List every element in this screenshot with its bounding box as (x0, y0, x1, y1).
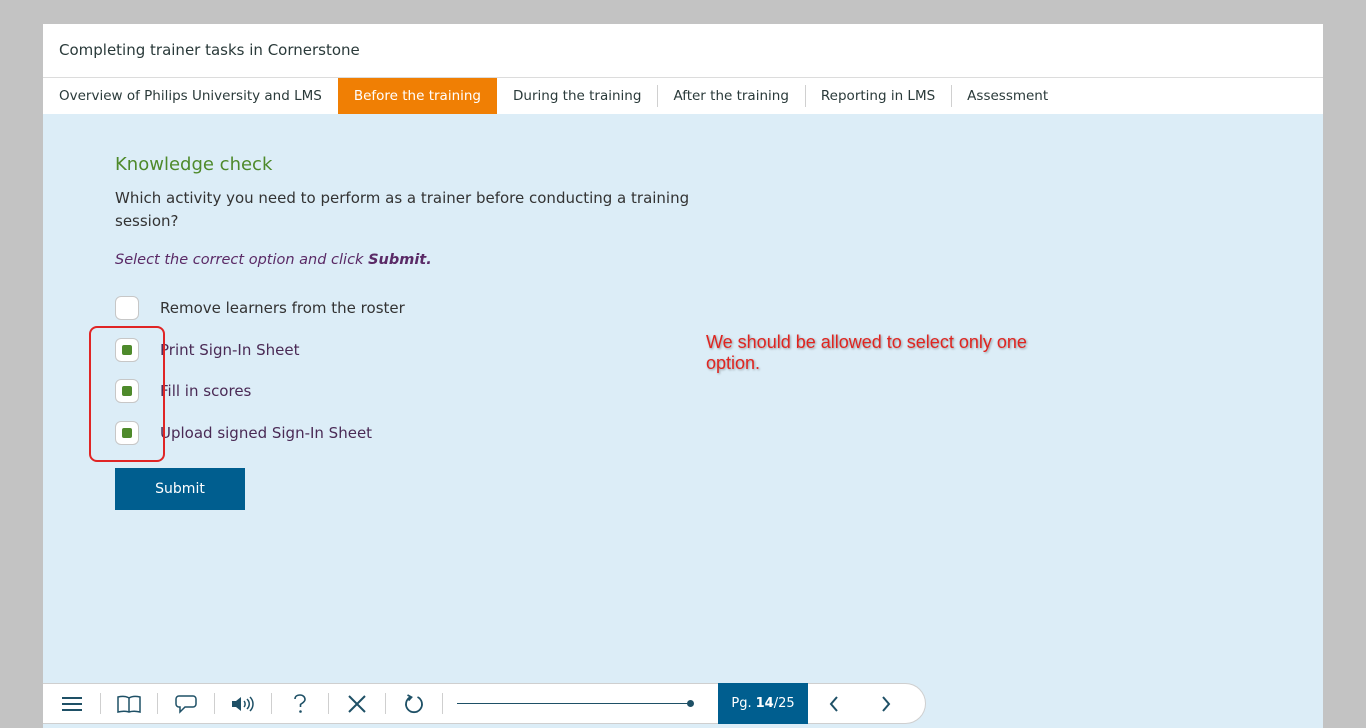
progress-fill (457, 703, 690, 704)
option-label: Upload signed Sign-In Sheet (160, 424, 373, 442)
book-icon (116, 695, 141, 713)
player-toolbar: Pg. 14 /25 (43, 683, 926, 724)
instruction-text: Select the correct option and click Subm… (115, 252, 755, 268)
option-label: Remove learners from the roster (160, 299, 405, 317)
page-current: 14 (755, 696, 774, 711)
tab-overview[interactable]: Overview of Philips University and LMS (43, 78, 338, 114)
module-tabs: Overview of Philips University and LMS B… (43, 78, 1323, 114)
tab-reporting[interactable]: Reporting in LMS (804, 78, 951, 114)
annotation-note: We should be allowed to select only one … (706, 332, 1027, 373)
option-label: Fill in scores (160, 382, 252, 400)
option-remove-learners[interactable]: Remove learners from the roster (115, 296, 405, 320)
chevron-left-icon (829, 695, 838, 712)
question-text: Which activity you need to perform as a … (115, 189, 690, 230)
course-title: Completing trainer tasks in Cornerstone (59, 41, 360, 59)
submit-button[interactable]: Submit (115, 468, 245, 510)
tab-before-training[interactable]: Before the training (337, 78, 498, 114)
progress-track (457, 700, 694, 707)
page-indicator: Pg. 14 /25 (718, 683, 808, 724)
comment-icon (174, 694, 197, 714)
help-icon (293, 693, 306, 713)
instruction-prefix: Select the correct option and click (115, 252, 369, 268)
audio-icon (231, 695, 254, 712)
instruction-submit-word: Submit. (368, 252, 432, 268)
replay-button[interactable] (385, 683, 442, 724)
audio-button[interactable] (214, 683, 271, 724)
next-page-button[interactable] (860, 683, 912, 724)
tab-assessment[interactable]: Assessment (951, 78, 1064, 114)
option-label: Print Sign-In Sheet (160, 341, 300, 359)
knowledge-check-panel: Knowledge check Which activity you need … (115, 154, 755, 510)
close-icon (347, 694, 366, 713)
refresh-icon (404, 693, 423, 713)
menu-button[interactable] (43, 683, 100, 724)
course-titlebar: Completing trainer tasks in Cornerstone (43, 24, 1323, 78)
page-prefix: Pg. (731, 696, 752, 711)
tab-after-training[interactable]: After the training (657, 78, 804, 114)
prev-page-button[interactable] (808, 683, 860, 724)
menu-icon (61, 696, 82, 711)
page-total: /25 (773, 696, 795, 711)
tab-during-training[interactable]: During the training (497, 78, 657, 114)
progress-bar[interactable] (442, 683, 718, 724)
progress-knob[interactable] (686, 700, 694, 707)
chevron-right-icon (882, 695, 891, 712)
comments-button[interactable] (157, 683, 214, 724)
help-button[interactable] (271, 683, 328, 724)
course-frame: Completing trainer tasks in Cornerstone … (43, 24, 1323, 728)
resources-button[interactable] (100, 683, 157, 724)
knowledge-check-heading: Knowledge check (115, 154, 273, 175)
exit-button[interactable] (328, 683, 385, 724)
annotation-highlight-box (89, 326, 165, 462)
option-checkbox[interactable] (115, 296, 139, 320)
